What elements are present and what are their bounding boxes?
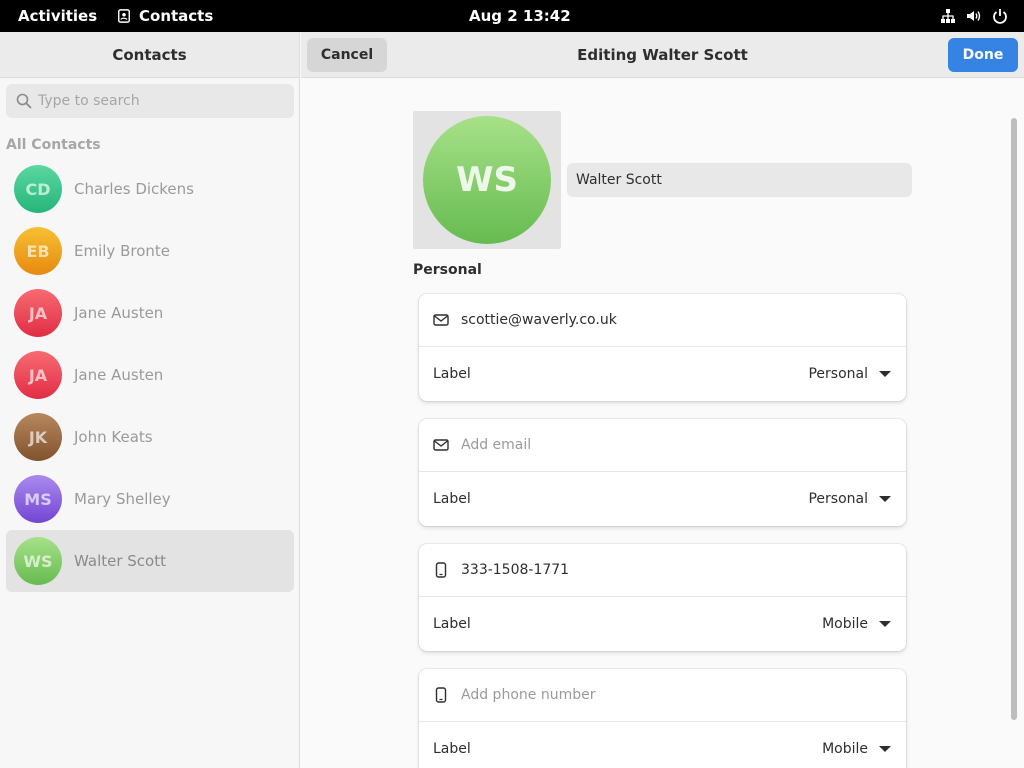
list-item[interactable]: JA Jane Austen — [6, 344, 294, 406]
network-icon — [941, 9, 955, 23]
phone-icon — [435, 562, 447, 578]
contacts-app-icon — [118, 9, 130, 23]
email-row — [419, 294, 906, 347]
clock[interactable]: Aug 2 13:42 — [469, 7, 571, 25]
avatar: JK — [14, 413, 62, 461]
section-label: All Contacts — [6, 137, 101, 153]
chevron-down-icon — [879, 495, 891, 502]
avatar: JA — [14, 289, 62, 337]
avatar: CD — [14, 165, 62, 213]
contact-name: Walter Scott — [74, 552, 166, 570]
group-title: Personal — [413, 262, 482, 278]
avatar: WS — [14, 537, 62, 585]
editor-pane: Cancel Editing Walter Scott Done WS Pers… — [301, 32, 1024, 768]
activities-button[interactable]: Activities — [18, 7, 97, 25]
avatar: EB — [14, 227, 62, 275]
list-item[interactable]: JA Jane Austen — [6, 282, 294, 344]
search-bar[interactable] — [6, 84, 294, 118]
scrollbar[interactable] — [1011, 118, 1017, 720]
label-text: Label — [433, 615, 471, 632]
label-text: Label — [433, 740, 471, 757]
done-button[interactable]: Done — [948, 38, 1018, 72]
phone-field[interactable] — [461, 562, 881, 578]
mail-icon — [433, 314, 449, 326]
label-dropdown[interactable]: Personal — [808, 347, 892, 400]
label-row: Label Mobile — [419, 722, 906, 768]
app-name: Contacts — [139, 7, 214, 25]
phone-row — [419, 544, 906, 597]
label-dropdown[interactable]: Mobile — [822, 722, 892, 768]
contact-name: Jane Austen — [74, 366, 164, 384]
avatar-picker[interactable]: WS — [413, 111, 561, 249]
sidebar: Contacts All Contacts CD Charles Dickens… — [0, 32, 300, 768]
chevron-down-icon — [879, 745, 891, 752]
dropdown-value: Personal — [808, 365, 868, 382]
avatar: MS — [14, 475, 62, 523]
label-row: Label Personal — [419, 347, 906, 400]
contact-name: John Keats — [74, 428, 153, 446]
chevron-down-icon — [879, 370, 891, 377]
page-title: Editing Walter Scott — [577, 46, 748, 64]
avatar: WS — [423, 116, 551, 244]
dropdown-value: Mobile — [822, 740, 868, 757]
power-icon — [993, 9, 1007, 24]
add-email-card: Label Personal — [419, 419, 906, 526]
search-icon — [16, 93, 32, 109]
mail-icon — [433, 439, 449, 451]
label-text: Label — [433, 490, 471, 507]
contact-list: CD Charles Dickens EB Emily Bronte JA Ja… — [6, 158, 294, 592]
list-item[interactable]: MS Mary Shelley — [6, 468, 294, 530]
label-text: Label — [433, 365, 471, 382]
phone-icon — [435, 687, 447, 703]
contact-name: Charles Dickens — [74, 180, 194, 198]
editor-header: Cancel Editing Walter Scott Done — [301, 32, 1024, 78]
label-dropdown[interactable]: Mobile — [822, 597, 892, 650]
name-field[interactable] — [567, 163, 912, 197]
add-phone-card: Label Mobile — [419, 669, 906, 768]
phone-row — [419, 669, 906, 722]
list-item[interactable]: EB Emily Bronte — [6, 220, 294, 282]
dropdown-value: Personal — [808, 490, 868, 507]
dropdown-value: Mobile — [822, 615, 868, 632]
top-bar: Activities Contacts Aug 2 13:42 — [0, 0, 1024, 32]
chevron-down-icon — [879, 620, 891, 627]
contact-name: Mary Shelley — [74, 490, 171, 508]
list-item[interactable]: JK John Keats — [6, 406, 294, 468]
label-dropdown[interactable]: Personal — [808, 472, 892, 525]
phone-card: Label Mobile — [419, 544, 906, 651]
email-card: Label Personal — [419, 294, 906, 401]
email-field[interactable] — [461, 312, 881, 328]
volume-icon — [967, 11, 981, 21]
app-menu[interactable]: Contacts — [117, 7, 213, 25]
sidebar-title: Contacts — [0, 32, 299, 78]
avatar: JA — [14, 351, 62, 399]
contact-name: Emily Bronte — [74, 242, 170, 260]
email-row — [419, 419, 906, 472]
search-input[interactable] — [38, 93, 278, 109]
system-tray[interactable] — [940, 8, 1008, 24]
list-item[interactable]: CD Charles Dickens — [6, 158, 294, 220]
add-email-field[interactable] — [461, 437, 881, 453]
add-phone-field[interactable] — [461, 687, 881, 703]
label-row: Label Mobile — [419, 597, 906, 650]
contact-name: Jane Austen — [74, 304, 164, 322]
label-row: Label Personal — [419, 472, 906, 525]
list-item-selected[interactable]: WS Walter Scott — [6, 530, 294, 592]
